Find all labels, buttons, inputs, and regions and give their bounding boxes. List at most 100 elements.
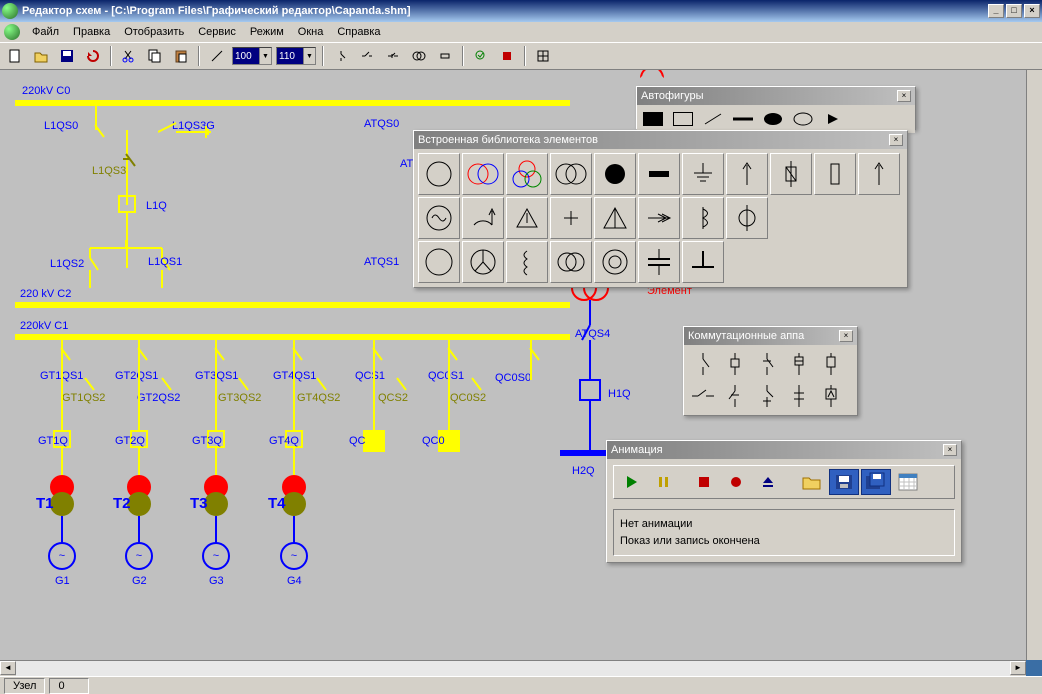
panel-autoshapes-title[interactable]: Автофигуры ×	[637, 87, 915, 105]
switch-9[interactable]	[784, 381, 814, 411]
panel-autoshapes[interactable]: Автофигуры ×	[636, 86, 916, 130]
shape-play[interactable]	[819, 107, 847, 131]
panel-switching-close[interactable]: ×	[839, 330, 853, 342]
menu-windows[interactable]: Окна	[292, 24, 330, 40]
lib-arrow-up-2[interactable]	[858, 153, 900, 195]
scale-1[interactable]: 100▼	[232, 47, 272, 65]
panel-animation[interactable]: Анимация × Нет анимации Показ или запись…	[606, 440, 962, 563]
lib-circle-split[interactable]	[462, 241, 504, 283]
copy-button[interactable]	[144, 45, 166, 67]
lib-2circles-color[interactable]	[462, 153, 504, 195]
lib-2circles-overlap[interactable]	[550, 241, 592, 283]
anim-calendar-button[interactable]	[893, 469, 923, 495]
vertical-scrollbar[interactable]	[1026, 70, 1042, 660]
lib-arrow-up[interactable]	[726, 153, 768, 195]
h2-bus[interactable]	[560, 450, 610, 456]
anim-play-button[interactable]	[617, 469, 647, 495]
menu-service[interactable]: Сервис	[192, 24, 242, 40]
anim-open-button[interactable]	[797, 469, 827, 495]
scroll-left-button[interactable]: ◄	[0, 661, 16, 675]
switch-tool-2[interactable]	[356, 45, 378, 67]
refresh-button[interactable]	[82, 45, 104, 67]
lib-fuse[interactable]	[770, 153, 812, 195]
panel-animation-close[interactable]: ×	[943, 444, 957, 456]
panel-library[interactable]: Встроенная библиотека элементов ×	[413, 130, 908, 288]
anim-pause-button[interactable]	[649, 469, 679, 495]
lib-ground[interactable]	[682, 153, 724, 195]
element-tool[interactable]	[434, 45, 456, 67]
gen-g1[interactable]: ~	[48, 542, 76, 570]
lib-large-circle[interactable]	[418, 241, 460, 283]
switch-4[interactable]	[784, 349, 814, 379]
panel-switching-title[interactable]: Коммутационные аппа ×	[684, 327, 857, 345]
menu-file[interactable]: Файл	[26, 24, 65, 40]
switch-8[interactable]	[752, 381, 782, 411]
minimize-button[interactable]: _	[988, 4, 1004, 18]
panel-library-title[interactable]: Встроенная библиотека элементов ×	[414, 131, 907, 149]
paste-button[interactable]	[170, 45, 192, 67]
shape-rect-fill[interactable]	[639, 107, 667, 131]
switch-tool-3[interactable]	[382, 45, 404, 67]
horizontal-scrollbar[interactable]: ◄ ►	[0, 660, 1026, 676]
lib-capacitor[interactable]	[638, 241, 680, 283]
switch-3[interactable]	[752, 349, 782, 379]
busbar-c2[interactable]	[15, 302, 570, 308]
cut-button[interactable]	[118, 45, 140, 67]
lib-triangle2[interactable]	[594, 197, 636, 239]
shape-ellipse-fill[interactable]	[759, 107, 787, 131]
lib-coil[interactable]	[506, 241, 548, 283]
scroll-right-button[interactable]: ►	[1010, 661, 1026, 675]
switch-7[interactable]	[720, 381, 750, 411]
anim-save-button[interactable]	[829, 469, 859, 495]
shape-ellipse[interactable]	[789, 107, 817, 131]
maximize-button[interactable]: □	[1006, 4, 1022, 18]
lib-rect-vert[interactable]	[814, 153, 856, 195]
box-l1q[interactable]	[118, 195, 136, 213]
lib-2circles[interactable]	[550, 153, 592, 195]
menu-display[interactable]: Отобразить	[118, 24, 190, 40]
lib-ground2[interactable]	[682, 241, 724, 283]
lib-circle-in-circle[interactable]	[594, 241, 636, 283]
lib-bar[interactable]	[638, 153, 680, 195]
anim-eject-button[interactable]	[753, 469, 783, 495]
switch-6[interactable]	[688, 381, 718, 411]
lib-triangle[interactable]	[506, 197, 548, 239]
gen-g2[interactable]: ~	[125, 542, 153, 570]
switch-2[interactable]	[720, 349, 750, 379]
lib-dot[interactable]	[594, 153, 636, 195]
check-tool[interactable]	[470, 45, 492, 67]
transformer-tool[interactable]	[408, 45, 430, 67]
open-button[interactable]	[30, 45, 52, 67]
lib-3circles-color[interactable]	[506, 153, 548, 195]
anim-record-button[interactable]	[721, 469, 751, 495]
panel-autoshapes-close[interactable]: ×	[897, 90, 911, 102]
gen-g3[interactable]: ~	[202, 542, 230, 570]
switch-1[interactable]	[688, 349, 718, 379]
scale-2[interactable]: 110▼	[276, 47, 316, 65]
lib-generator[interactable]	[418, 197, 460, 239]
shape-rect[interactable]	[669, 107, 697, 131]
shape-line[interactable]	[699, 107, 727, 131]
shape-hline[interactable]	[729, 107, 757, 131]
switch-10[interactable]	[816, 381, 846, 411]
t2-secondary[interactable]	[127, 492, 151, 516]
box-qc[interactable]	[363, 430, 385, 452]
menu-mode[interactable]: Режим	[244, 24, 290, 40]
anim-save-all-button[interactable]	[861, 469, 891, 495]
busbar-c0[interactable]	[15, 100, 570, 106]
anim-stop-button[interactable]	[689, 469, 719, 495]
menu-edit[interactable]: Правка	[67, 24, 116, 40]
stop-tool[interactable]	[496, 45, 518, 67]
lib-phi[interactable]	[726, 197, 768, 239]
gen-g4[interactable]: ~	[280, 542, 308, 570]
menu-help[interactable]: Справка	[331, 24, 386, 40]
lib-double-arrow[interactable]	[638, 197, 680, 239]
switch-5[interactable]	[816, 349, 846, 379]
lib-cross[interactable]	[550, 197, 592, 239]
lib-arc[interactable]	[462, 197, 504, 239]
t1-secondary[interactable]	[50, 492, 74, 516]
line-tool[interactable]	[206, 45, 228, 67]
close-button[interactable]: ×	[1024, 4, 1040, 18]
panel-library-close[interactable]: ×	[889, 134, 903, 146]
panel-switching[interactable]: Коммутационные аппа ×	[683, 326, 858, 416]
